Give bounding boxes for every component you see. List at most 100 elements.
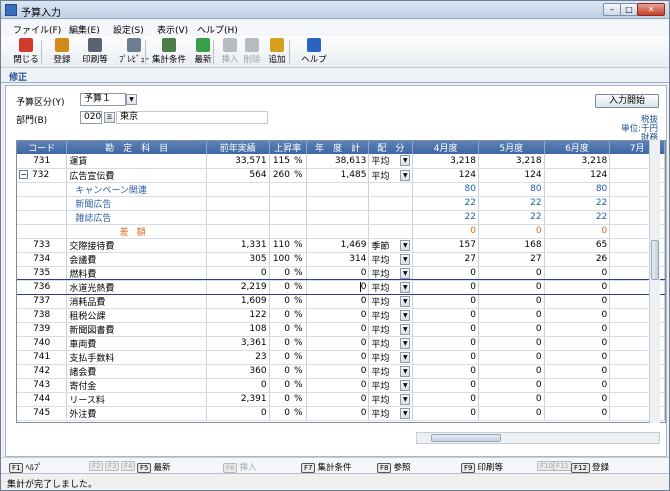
month-cell[interactable]: 124 bbox=[412, 168, 479, 183]
dept-code-input[interactable]: 020 bbox=[80, 111, 102, 124]
table-row[interactable]: 737 消耗品費 1,609 0% 0 平均 ▼ 0 0 0 bbox=[17, 294, 665, 309]
prev-actual-cell[interactable] bbox=[206, 196, 270, 211]
start-input-button[interactable]: 入力開始 bbox=[595, 94, 659, 108]
month-cell[interactable]: 0 bbox=[412, 392, 479, 407]
chevron-down-icon[interactable]: ▼ bbox=[400, 295, 411, 307]
month-cell[interactable]: 0 bbox=[544, 294, 611, 309]
annual-total-cell[interactable]: 0 bbox=[306, 378, 370, 393]
table-row[interactable]: 740 車両費 3,361 0% 0 平均 ▼ 0 0 0 bbox=[17, 336, 665, 351]
chevron-down-icon[interactable]: ▼ bbox=[400, 169, 411, 181]
table-row[interactable]: 雑誌広告 22 22 22 bbox=[17, 210, 665, 225]
table-row[interactable]: 734 会議費 305 100% 314 平均 ▼ 27 27 26 bbox=[17, 252, 665, 267]
allocation-cell[interactable]: 平均 ▼ bbox=[368, 392, 414, 407]
month-cell[interactable]: 0 bbox=[412, 308, 479, 323]
minimize-button[interactable]: – bbox=[603, 3, 621, 16]
month-cell[interactable]: 22 bbox=[544, 210, 611, 225]
prev-actual-cell[interactable]: 108 bbox=[206, 322, 270, 337]
growth-rate-cell[interactable]: 0% bbox=[269, 392, 307, 407]
month-cell[interactable]: 0 bbox=[544, 224, 611, 239]
annual-total-cell[interactable] bbox=[306, 210, 370, 225]
month-cell[interactable]: 27 bbox=[412, 252, 479, 267]
toolbar-button-8[interactable]: 追加 bbox=[263, 37, 291, 67]
table-row[interactable]: 新聞広告 22 22 22 bbox=[17, 196, 665, 211]
toolbar-button-3[interactable]: ﾌﾟﾚﾋﾞｭｰ bbox=[115, 37, 153, 67]
annual-total-cell[interactable]: 1,469 bbox=[306, 238, 370, 253]
prev-actual-cell[interactable]: 2,219 bbox=[206, 279, 270, 295]
function-key-f3[interactable]: F3 bbox=[105, 461, 121, 471]
budget-type-select[interactable]: 予算１ bbox=[80, 93, 126, 106]
annual-total-cell[interactable]: 0 bbox=[306, 266, 370, 281]
table-row[interactable]: 731 運賃 33,571 115% 38,613 平均 ▼ 3,218 3,218 3,218 bbox=[17, 154, 665, 169]
month-cell[interactable]: 0 bbox=[478, 266, 545, 281]
month-cell[interactable]: 0 bbox=[544, 322, 611, 337]
chevron-down-icon[interactable]: ▼ bbox=[400, 309, 411, 321]
menu-help[interactable]: ヘルプ(H) bbox=[197, 23, 238, 36]
annual-total-cell[interactable] bbox=[306, 224, 370, 239]
code-cell[interactable]: 740 bbox=[17, 336, 68, 351]
table-row[interactable]: 742 諸会費 360 0% 0 平均 ▼ 0 0 0 bbox=[17, 364, 665, 379]
allocation-cell[interactable]: 平均 ▼ bbox=[368, 266, 414, 281]
annual-total-cell[interactable]: 0 bbox=[306, 322, 370, 337]
month-cell[interactable]: 3,218 bbox=[478, 154, 545, 169]
allocation-cell[interactable]: 平均 ▼ bbox=[368, 308, 414, 323]
allocation-cell[interactable] bbox=[368, 196, 414, 211]
table-row[interactable]: 736 水道光熱費 2,219 0% 0 平均 ▼ 0 0 0 bbox=[17, 279, 665, 295]
prev-actual-cell[interactable]: 305 bbox=[206, 252, 270, 267]
annual-total-cell[interactable]: 0 bbox=[306, 364, 370, 379]
growth-rate-cell[interactable]: 0% bbox=[269, 308, 307, 323]
code-cell[interactable] bbox=[17, 224, 68, 239]
table-row[interactable]: 735 燃料費 0 0% 0 平均 ▼ 0 0 0 bbox=[17, 266, 665, 281]
table-row[interactable]: −732 広告宣伝費 564 260% 1,485 平均 ▼ 124 124 124 bbox=[17, 168, 665, 183]
toolbar-button-6[interactable]: 挿入 bbox=[219, 37, 241, 67]
table-row[interactable]: 733 交際接待費 1,331 110% 1,469 季節 ▼ 157 168 65 bbox=[17, 238, 665, 253]
prev-actual-cell[interactable]: 3,361 bbox=[206, 336, 270, 351]
function-key-f6[interactable]: F6 挿入 bbox=[223, 461, 257, 473]
month-cell[interactable]: 0 bbox=[544, 392, 611, 407]
month-cell[interactable]: 0 bbox=[478, 336, 545, 351]
prev-actual-cell[interactable]: 33,571 bbox=[206, 154, 270, 169]
month-cell[interactable]: 0 bbox=[544, 406, 611, 421]
month-cell[interactable]: 0 bbox=[478, 350, 545, 365]
month-cell[interactable]: 65 bbox=[544, 238, 611, 253]
month-cell[interactable]: 80 bbox=[478, 182, 545, 197]
chevron-down-icon[interactable]: ▼ bbox=[400, 351, 411, 363]
tab-modify[interactable]: 修正 bbox=[9, 70, 27, 83]
growth-rate-cell[interactable] bbox=[269, 210, 307, 225]
chevron-down-icon[interactable]: ▼ bbox=[400, 155, 411, 167]
code-cell[interactable]: 731 bbox=[17, 154, 68, 169]
function-key-f9[interactable]: F9 印刷等 bbox=[461, 461, 503, 473]
code-cell[interactable]: 741 bbox=[17, 350, 68, 365]
allocation-cell[interactable]: 平均 ▼ bbox=[368, 336, 414, 351]
growth-rate-cell[interactable]: 100% bbox=[269, 252, 307, 267]
month-cell[interactable]: 0 bbox=[544, 350, 611, 365]
month-cell[interactable]: 22 bbox=[544, 196, 611, 211]
toolbar-button-9[interactable]: ヘルプ bbox=[295, 37, 333, 67]
collapse-icon[interactable]: − bbox=[19, 170, 28, 179]
month-cell[interactable]: 0 bbox=[412, 336, 479, 351]
allocation-cell[interactable] bbox=[368, 224, 414, 239]
chevron-down-icon[interactable]: ▼ bbox=[400, 407, 411, 419]
month-cell[interactable]: 0 bbox=[478, 279, 545, 295]
month-cell[interactable]: 0 bbox=[478, 294, 545, 309]
table-row[interactable]: 738 租税公課 122 0% 0 平均 ▼ 0 0 0 bbox=[17, 308, 665, 323]
prev-actual-cell[interactable] bbox=[206, 210, 270, 225]
code-cell[interactable] bbox=[17, 182, 68, 197]
allocation-cell[interactable] bbox=[368, 182, 414, 197]
allocation-cell[interactable]: 平均 ▼ bbox=[368, 154, 414, 169]
menu-edit[interactable]: 編集(E) bbox=[69, 23, 100, 36]
month-cell[interactable]: 0 bbox=[412, 224, 479, 239]
month-cell[interactable]: 0 bbox=[478, 364, 545, 379]
allocation-cell[interactable]: 平均 ▼ bbox=[368, 294, 414, 309]
prev-actual-cell[interactable]: 0 bbox=[206, 406, 270, 421]
month-cell[interactable]: 3,218 bbox=[544, 154, 611, 169]
toolbar-button-4[interactable]: 集計条件 bbox=[151, 37, 187, 67]
annual-total-cell[interactable] bbox=[306, 182, 370, 197]
month-cell[interactable]: 0 bbox=[544, 364, 611, 379]
annual-total-cell[interactable]: 0 bbox=[306, 279, 370, 295]
chevron-down-icon[interactable]: ▼ bbox=[400, 267, 411, 279]
code-cell[interactable]: 735 bbox=[17, 266, 68, 281]
growth-rate-cell[interactable]: 0% bbox=[269, 294, 307, 309]
month-cell[interactable]: 0 bbox=[412, 350, 479, 365]
growth-rate-cell[interactable]: 0% bbox=[269, 364, 307, 379]
chevron-down-icon[interactable]: ▼ bbox=[400, 337, 411, 349]
